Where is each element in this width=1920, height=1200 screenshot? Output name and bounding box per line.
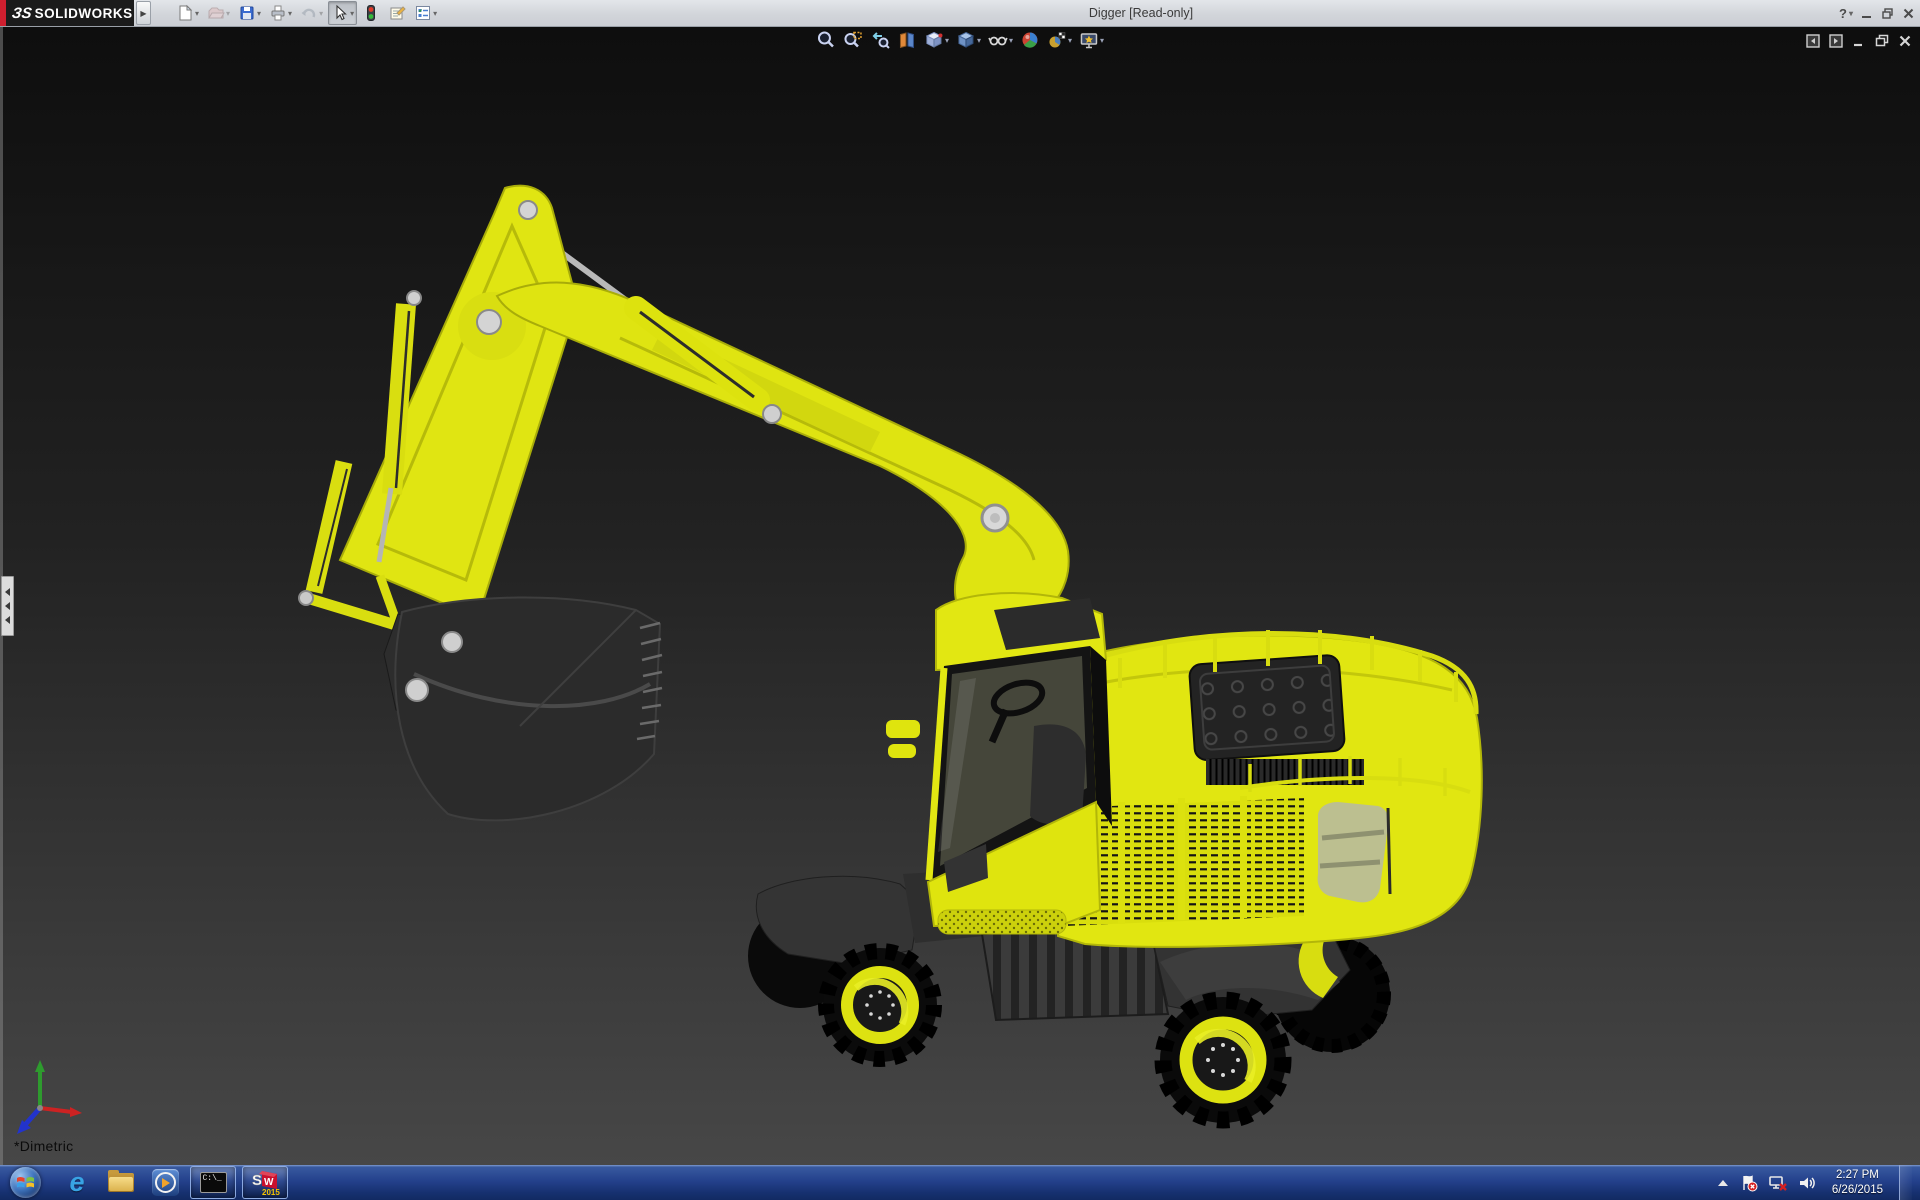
appearance-sphere-icon	[1020, 30, 1040, 50]
zoom-to-fit-button[interactable]	[814, 28, 838, 52]
section-view-button[interactable]	[895, 28, 919, 52]
select-button[interactable]: ▾	[328, 1, 357, 25]
windows-taskbar: e C:\_ S W 2015	[0, 1165, 1920, 1200]
apply-scene-button[interactable]: ▾	[1045, 28, 1074, 52]
front-left-wheel[interactable]	[823, 948, 937, 1062]
taskbar-command-prompt[interactable]: C:\_	[190, 1166, 236, 1199]
window-controls: ?▾	[1839, 0, 1916, 26]
undo-icon	[300, 4, 318, 22]
zoom-to-area-button[interactable]	[841, 28, 865, 52]
sw-cube-icon: S W 2015	[250, 1168, 280, 1198]
previous-view-button[interactable]	[868, 28, 892, 52]
3d-scene[interactable]	[0, 26, 1920, 1165]
new-document-icon	[176, 4, 194, 22]
view-orientation-button[interactable]: ▾	[922, 28, 951, 52]
app-name: SOLIDWORKS	[35, 6, 133, 21]
print-button[interactable]: ▾	[266, 1, 295, 25]
view-cube-icon	[924, 30, 944, 50]
front-right-wheel[interactable]	[1160, 997, 1286, 1123]
taskbar-internet-explorer[interactable]: e	[58, 1165, 96, 1200]
network-error-icon[interactable]	[1768, 1174, 1788, 1192]
monitor-star-icon	[1079, 30, 1099, 50]
heads-up-toolbar: ▾ ▾ ▾ ▾ ▾	[814, 28, 1106, 52]
solidworks-logo-mark-icon: ЗS	[11, 5, 33, 22]
previous-view-icon	[870, 30, 890, 50]
system-tray: 2:27 PM 6/26/2015	[1716, 1165, 1920, 1200]
main-toolbar: ▾ ▾ ▾ ▾ ▾ ▾ ▾	[173, 1, 440, 25]
collapse-right-icon[interactable]	[1829, 34, 1843, 48]
doc-minimize-button[interactable]	[1852, 34, 1866, 48]
rebuild-button[interactable]	[359, 1, 383, 25]
taskbar-solidworks[interactable]: S W 2015	[242, 1166, 288, 1199]
seat	[1030, 724, 1086, 824]
document-title: Digger [Read-only]	[1089, 0, 1193, 26]
eyeglasses-icon	[988, 30, 1008, 50]
scene-sphere-icon	[1047, 30, 1067, 50]
ie-icon: e	[69, 1169, 84, 1196]
taskbar-clock[interactable]: 2:27 PM 6/26/2015	[1826, 1168, 1889, 1197]
flag-error-icon[interactable]	[1740, 1174, 1758, 1192]
title-bar: ЗS SOLIDWORKS ▶ ▾ ▾ ▾ ▾ ▾ ▾ ▾ Digge	[0, 0, 1920, 27]
folder-icon	[108, 1173, 134, 1192]
clock-time: 2:27 PM	[1832, 1168, 1883, 1182]
svg-text:2015: 2015	[262, 1188, 280, 1197]
open-folder-icon	[207, 4, 225, 22]
step-platform	[938, 910, 1066, 934]
traffic-light-icon	[362, 4, 380, 22]
show-desktop-button[interactable]	[1899, 1165, 1912, 1200]
close-button[interactable]	[1901, 6, 1916, 21]
restore-button[interactable]	[1880, 6, 1895, 21]
edit-appearance-button[interactable]	[1018, 28, 1042, 52]
save-floppy-icon	[238, 4, 256, 22]
solidworks-logo: ЗS SOLIDWORKS	[0, 0, 134, 26]
document-window-controls	[1806, 34, 1912, 48]
hide-show-items-button[interactable]: ▾	[986, 28, 1015, 52]
file-properties-button[interactable]	[385, 1, 409, 25]
clock-date: 6/26/2015	[1832, 1183, 1883, 1197]
print-icon	[269, 4, 287, 22]
logo-red-stripe	[0, 0, 6, 26]
windows-orb-icon	[16, 1173, 35, 1192]
note-icon	[388, 4, 406, 22]
engine-cover	[1189, 655, 1345, 761]
open-button[interactable]: ▾	[204, 1, 233, 25]
magnifier-icon	[816, 30, 836, 50]
svg-text:W: W	[264, 1177, 274, 1188]
view-orientation-label: *Dimetric	[14, 1138, 73, 1154]
display-style-button[interactable]: ▾	[954, 28, 983, 52]
view-settings-button[interactable]: ▾	[1077, 28, 1106, 52]
collapse-left-icon[interactable]	[1806, 34, 1820, 48]
new-button[interactable]: ▾	[173, 1, 202, 25]
doc-close-button[interactable]	[1898, 34, 1912, 48]
save-button[interactable]: ▾	[235, 1, 264, 25]
section-view-icon	[897, 30, 917, 50]
upper-body[interactable]	[1058, 630, 1482, 947]
start-button[interactable]	[10, 1167, 41, 1198]
rear-window	[1318, 802, 1390, 902]
console-icon: C:\_	[200, 1172, 227, 1193]
select-cursor-icon	[331, 4, 349, 22]
options-checklist-icon	[414, 4, 432, 22]
magnifier-area-icon	[843, 30, 863, 50]
undo-button[interactable]: ▾	[297, 1, 326, 25]
chevron-up-icon[interactable]	[1716, 1178, 1730, 1188]
hydraulic-cylinder	[392, 304, 406, 494]
options-button[interactable]: ▾	[411, 1, 440, 25]
help-button[interactable]: ?▾	[1839, 6, 1853, 21]
minimize-button[interactable]	[1859, 6, 1874, 21]
taskbar-media-player[interactable]	[146, 1165, 184, 1200]
menu-flyout-button[interactable]: ▶	[136, 1, 151, 25]
svg-text:S: S	[252, 1172, 262, 1189]
speaker-icon[interactable]	[1798, 1175, 1816, 1191]
shaded-cube-icon	[956, 30, 976, 50]
doc-restore-button[interactable]	[1875, 34, 1889, 48]
play-icon	[152, 1169, 179, 1196]
graphics-viewport[interactable]: ▾ ▾ ▾ ▾ ▾ *Dimetric	[0, 26, 1920, 1165]
panel-splitter-handle[interactable]	[1, 576, 14, 636]
taskbar-windows-explorer[interactable]	[102, 1165, 140, 1200]
